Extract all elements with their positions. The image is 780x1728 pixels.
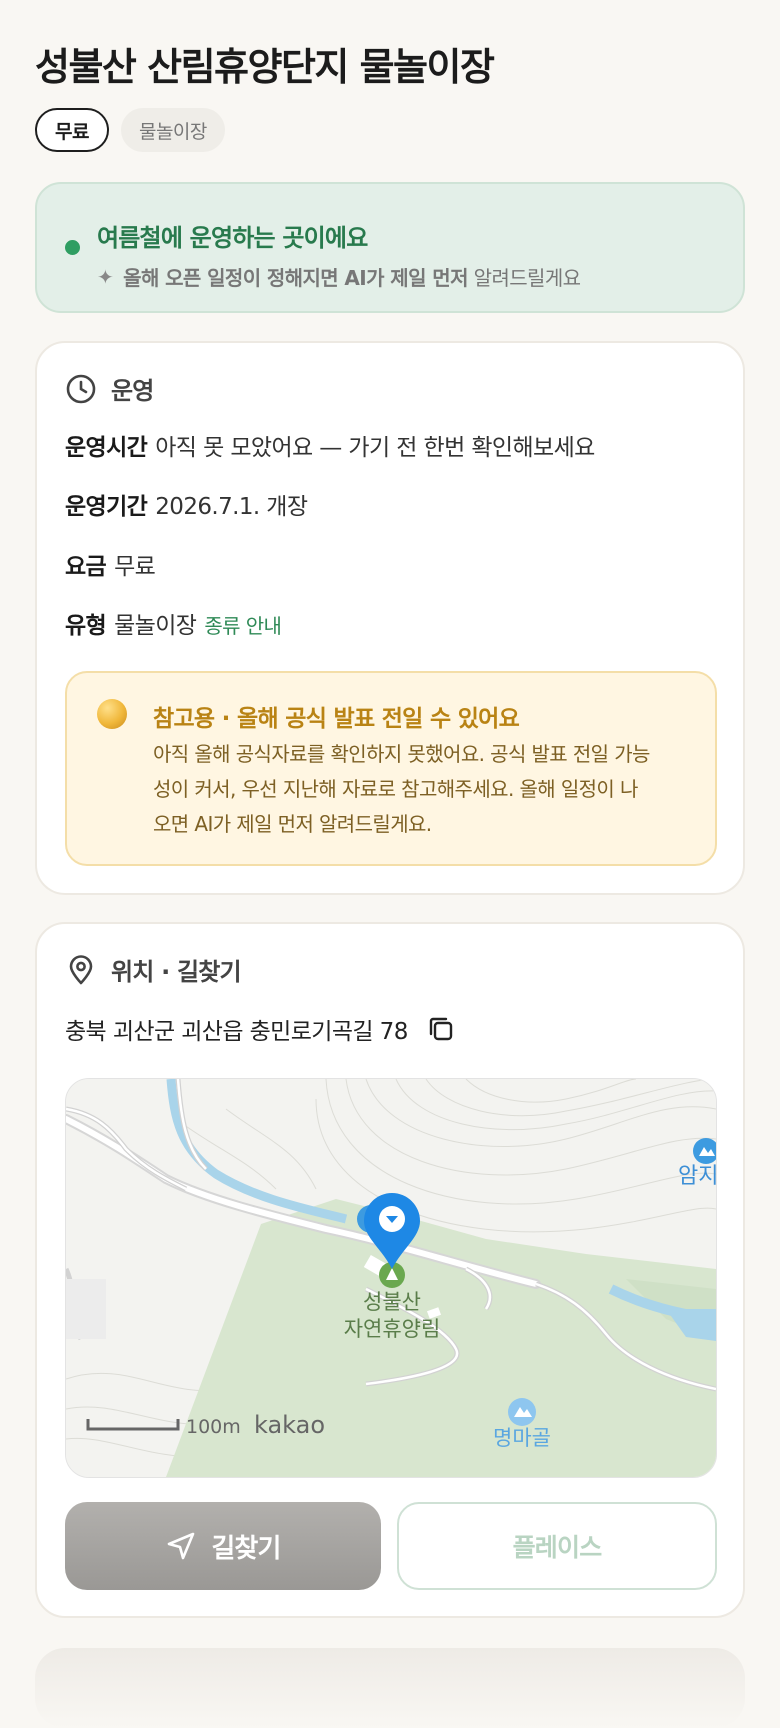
- type-row: 유형 물놀이장 종류 안내: [65, 606, 282, 640]
- operation-card: 운영 운영시간 아직 못 모았어요 — 가기 전 한번 확인해보세요 운영기간 20…: [35, 341, 745, 895]
- type-chip[interactable]: 물놀이장: [120, 108, 225, 152]
- next-card-peek: [35, 1648, 745, 1728]
- hours-value: 아직 못 모았어요 — 가기 전 한번 확인해보세요: [155, 435, 595, 461]
- location-card: 위치 · 길찾기 충북 괴산군 괴산읍 충민로기곡길 78 성불산 자연휴양림 …: [35, 922, 745, 1618]
- address-text: 충북 괴산군 괴산읍 충민로기곡길 78: [65, 1019, 408, 1045]
- season-subtitle: ✦ 올해 오픈 일정이 정해지면 AI가 제일 먼저 알려드릴게요: [97, 262, 581, 291]
- type-guide-link[interactable]: 종류 안내: [204, 614, 282, 638]
- type-label: 유형: [65, 613, 107, 639]
- copy-icon[interactable]: [426, 1014, 456, 1044]
- operation-header: 운영: [65, 371, 154, 406]
- map-poi-main-line1: 성불산: [363, 1290, 421, 1314]
- price-chip[interactable]: 무료: [35, 108, 109, 152]
- map-brand-label: kakao: [254, 1411, 325, 1439]
- tag-list: 무료 물놀이장: [35, 108, 225, 152]
- hours-label: 운영시간: [65, 435, 148, 461]
- address-row: 충북 괴산군 괴산읍 충민로기곡길 78: [65, 1012, 456, 1046]
- season-banner: 여름철에 운영하는 곳이에요 ✦ 올해 오픈 일정이 정해지면 AI가 제일 먼…: [35, 182, 745, 313]
- season-sub-bold: 올해 오픈 일정이 정해지면 AI가 제일 먼저: [123, 266, 468, 290]
- navigate-label: 길찾기: [211, 1533, 281, 1564]
- fee-row: 요금 무료: [65, 547, 156, 581]
- period-row: 운영기간 2026.7.1. 개장: [65, 487, 308, 521]
- notice-body: 아직 올해 공식자료를 확인하지 못했어요. 공식 발표 전일 가능성이 커서,…: [153, 742, 650, 836]
- fee-value: 무료: [114, 554, 156, 580]
- navigation-arrow-icon: [168, 1532, 195, 1560]
- type-value: 물놀이장: [114, 613, 197, 639]
- map-poi-right-label: 암지: [678, 1164, 716, 1189]
- clock-icon: [66, 374, 96, 403]
- notice-orb-icon: [97, 699, 127, 729]
- page-title: 성불산 산림휴양단지 물놀이장: [35, 45, 495, 89]
- reference-notice: 참고용 · 올해 공식 발표 전일 수 있어요 아직 올해 공식자료를 확인하지…: [65, 671, 717, 866]
- season-sub-rest: 알려드릴게요: [473, 266, 581, 290]
- action-buttons: 길찾기 플레이스: [65, 1502, 717, 1590]
- season-title: 여름철에 운영하는 곳이에요: [97, 224, 368, 252]
- map-scale-label: 100m: [186, 1416, 241, 1438]
- fee-label: 요금: [65, 554, 107, 580]
- map-poi-bottom-label: 명마골: [493, 1426, 551, 1450]
- period-label: 운영기간: [65, 494, 148, 520]
- hours-row: 운영시간 아직 못 모았어요 — 가기 전 한번 확인해보세요: [65, 428, 595, 462]
- location-pin-icon: [69, 954, 93, 984]
- location-heading: 위치 · 길찾기: [111, 958, 242, 986]
- map-canvas: 골 성불산 자연휴양림 암지 명마골 100m kakao: [66, 1079, 716, 1477]
- period-value: 2026.7.1. 개장: [155, 494, 308, 520]
- sparkle-icon: ✦: [97, 264, 114, 289]
- map-poi-main-line2: 자연휴양림: [344, 1317, 441, 1341]
- navigate-button[interactable]: 길찾기: [65, 1502, 381, 1590]
- operation-heading: 운영: [111, 377, 154, 405]
- notice-title: 참고용 · 올해 공식 발표 전일 수 있어요: [153, 706, 520, 732]
- season-status-dot: [65, 240, 80, 255]
- map-view[interactable]: 골 성불산 자연휴양림 암지 명마골 100m kakao: [65, 1078, 717, 1478]
- place-button[interactable]: 플레이스: [397, 1502, 717, 1590]
- location-header: 위치 · 길찾기: [65, 952, 242, 987]
